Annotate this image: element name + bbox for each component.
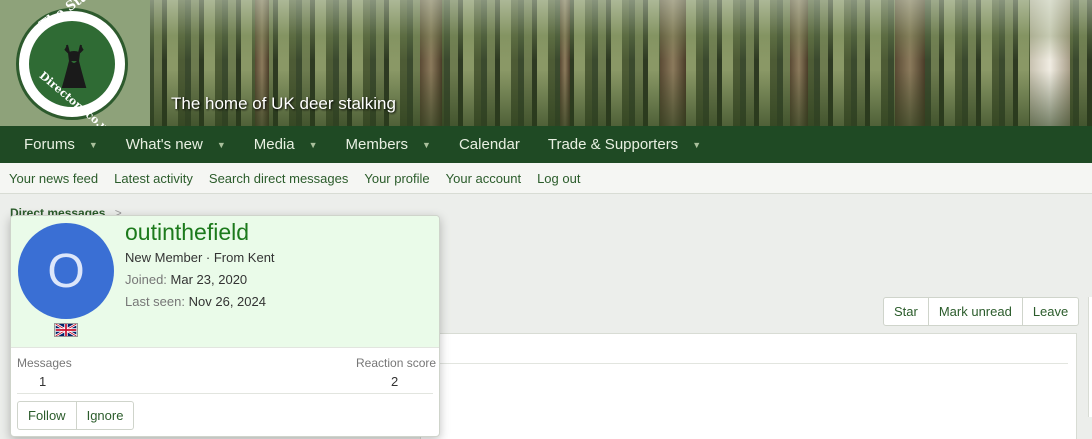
canopy-light bbox=[150, 0, 1092, 60]
star-button[interactable]: Star bbox=[884, 298, 929, 325]
nav-item-label[interactable]: Calendar bbox=[459, 136, 520, 153]
messages-label: Messages bbox=[17, 356, 72, 370]
main-nav: Forums ▼ What's new ▼ Media ▼ Members ▼ Cale… bbox=[0, 126, 1092, 163]
reaction-score-value[interactable]: 2 bbox=[391, 374, 398, 389]
leave-button[interactable]: Leave bbox=[1023, 298, 1078, 325]
joined-info: Joined: Mar 23, 2020 bbox=[125, 272, 247, 287]
sub-nav: Your news feed Latest activity Search di… bbox=[0, 163, 1092, 194]
ignore-button[interactable]: Ignore bbox=[77, 402, 134, 429]
avatar[interactable]: O bbox=[18, 223, 114, 319]
subnav-news-feed[interactable]: Your news feed bbox=[1, 171, 106, 186]
site-logo[interactable]: The Stalking Directory.co.uk bbox=[16, 0, 128, 126]
last-seen-value: Nov 26, 2024 bbox=[188, 294, 266, 309]
member-tooltip-card: O outinthefield New Member · From Kent J… bbox=[10, 215, 440, 437]
chevron-down-icon[interactable]: ▼ bbox=[692, 140, 701, 150]
nav-item-members[interactable]: Members ▼ bbox=[332, 126, 445, 163]
follow-button[interactable]: Follow bbox=[18, 402, 77, 429]
nav-item-label[interactable]: Forums bbox=[24, 136, 75, 153]
nav-item-trade-supporters[interactable]: Trade & Supporters ▼ bbox=[534, 126, 715, 163]
side-panel-edge bbox=[1088, 297, 1092, 417]
subnav-latest-activity[interactable]: Latest activity bbox=[106, 171, 201, 186]
nav-item-forums[interactable]: Forums ▼ bbox=[10, 126, 112, 163]
nav-item-media[interactable]: Media ▼ bbox=[240, 126, 332, 163]
nav-item-label[interactable]: What's new bbox=[126, 136, 203, 153]
username-link[interactable]: outinthefield bbox=[125, 219, 249, 246]
conversation-actions: Star Mark unread Leave bbox=[883, 297, 1080, 326]
site-banner: The Stalking Directory.co.uk The home of… bbox=[0, 0, 1092, 126]
divider bbox=[440, 363, 1068, 364]
nav-item-label[interactable]: Media bbox=[254, 136, 295, 153]
messages-value[interactable]: 1 bbox=[39, 374, 46, 389]
conversation-panel bbox=[420, 333, 1077, 439]
subnav-your-profile[interactable]: Your profile bbox=[356, 171, 437, 186]
nav-item-label[interactable]: Trade & Supporters bbox=[548, 136, 678, 153]
chevron-down-icon[interactable]: ▼ bbox=[422, 140, 431, 150]
last-seen-label: Last seen: bbox=[125, 294, 185, 309]
chevron-down-icon[interactable]: ▼ bbox=[89, 140, 98, 150]
nav-item-label[interactable]: Members bbox=[346, 136, 409, 153]
deer-icon bbox=[61, 44, 87, 88]
uk-flag-icon bbox=[54, 323, 78, 337]
last-seen-info: Last seen: Nov 26, 2024 bbox=[125, 294, 266, 309]
chevron-down-icon[interactable]: ▼ bbox=[217, 140, 226, 150]
member-card-header: O outinthefield New Member · From Kent J… bbox=[11, 216, 439, 347]
joined-value: Mar 23, 2020 bbox=[170, 272, 248, 287]
site-tagline: The home of UK deer stalking bbox=[171, 94, 396, 113]
user-title: New Member · From Kent bbox=[125, 250, 275, 265]
nav-item-calendar[interactable]: Calendar bbox=[445, 126, 534, 163]
nav-item-whats-new[interactable]: What's new ▼ bbox=[112, 126, 240, 163]
logo-panel[interactable]: The Stalking Directory.co.uk bbox=[0, 0, 150, 126]
member-stats: Messages 1 Reaction score 2 bbox=[11, 347, 439, 393]
member-actions: Follow Ignore bbox=[17, 401, 135, 430]
chevron-down-icon[interactable]: ▼ bbox=[309, 140, 318, 150]
subnav-log-out[interactable]: Log out bbox=[529, 171, 588, 186]
mark-unread-button[interactable]: Mark unread bbox=[929, 298, 1023, 325]
divider bbox=[17, 393, 433, 394]
subnav-your-account[interactable]: Your account bbox=[438, 171, 529, 186]
subnav-search-direct-messages[interactable]: Search direct messages bbox=[201, 171, 356, 186]
reaction-score-label: Reaction score bbox=[356, 356, 437, 370]
joined-label: Joined: bbox=[125, 272, 167, 287]
